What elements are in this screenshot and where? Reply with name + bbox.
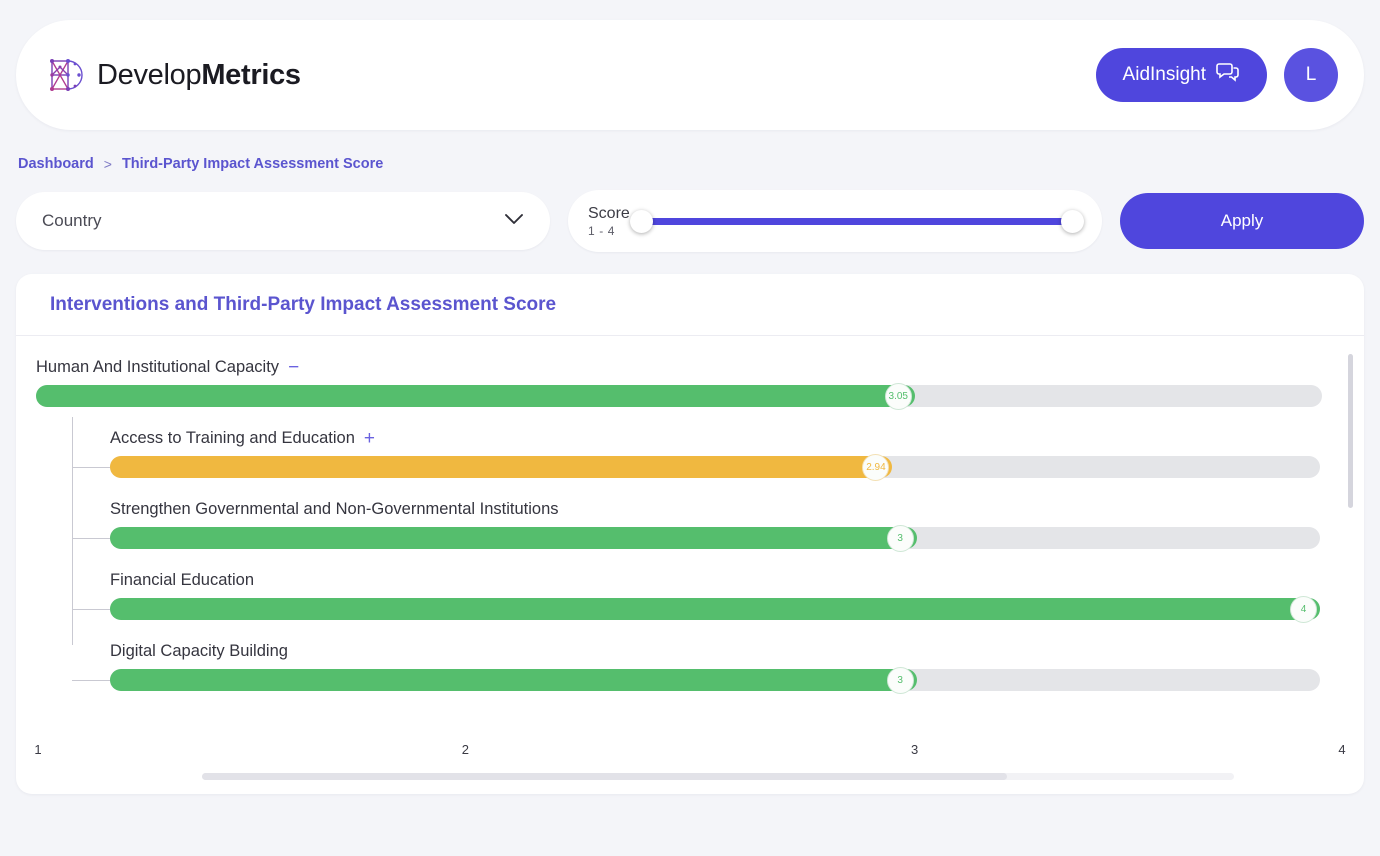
score-slider-track[interactable]	[629, 209, 1084, 233]
country-select-label: Country	[42, 211, 102, 230]
bar-value-badge: 3.05	[884, 383, 912, 410]
vertical-scrollbar-thumb[interactable]	[1348, 354, 1353, 508]
bar-label: Human And Institutional Capacity −	[36, 358, 1322, 377]
chart-card-title: Interventions and Third-Party Impact Ass…	[50, 293, 557, 315]
avatar-initial: L	[1305, 64, 1317, 85]
brand-name-first: Develop	[97, 58, 202, 91]
breadcrumb-separator-icon: >	[103, 156, 112, 172]
chart-card-header: Interventions and Third-Party Impact Ass…	[16, 274, 1364, 336]
chart-scroll-region[interactable]: Human And Institutional Capacity − 3.05 Acc…	[16, 336, 1356, 732]
breadcrumb-dashboard[interactable]: Dashboard	[18, 156, 94, 172]
bar-fill	[110, 527, 917, 549]
app-header: DevelopMetrics AidInsight L	[16, 20, 1364, 130]
chart-area: Human And Institutional Capacity − 3.05 Acc…	[16, 336, 1364, 794]
axis-tick: 4	[1338, 742, 1346, 757]
score-slider-rail	[639, 217, 1074, 225]
header-actions: AidInsight L	[1095, 48, 1338, 102]
network-d-logo-icon	[44, 55, 84, 95]
chart-x-axis: 1 2 3 4	[16, 742, 1364, 764]
chart-node-child: Digital Capacity Building 3	[72, 642, 1320, 694]
bar-fill	[36, 385, 915, 407]
aidinsight-button[interactable]: AidInsight	[1095, 48, 1267, 102]
filter-bar: Country Score 1 - 4 Apply	[16, 190, 1364, 252]
chevron-down-icon	[504, 212, 524, 230]
chart-node-child: Financial Education 4	[72, 571, 1320, 623]
expand-node-icon[interactable]: +	[364, 429, 375, 448]
avatar[interactable]: L	[1284, 48, 1338, 102]
collapse-node-icon[interactable]: −	[288, 358, 299, 377]
bar-value-badge: 3	[886, 525, 914, 552]
bar-label: Digital Capacity Building	[110, 642, 1320, 661]
bar-value-badge: 3	[886, 667, 914, 694]
bar-fill	[110, 669, 917, 691]
breadcrumb-current[interactable]: Third-Party Impact Assessment Score	[122, 156, 383, 172]
bar-fill	[110, 456, 893, 478]
apply-button[interactable]: Apply	[1120, 193, 1364, 249]
axis-tick: 3	[911, 742, 919, 757]
bar-label-text: Digital Capacity Building	[110, 642, 288, 660]
score-slider-meta: Score 1 - 4	[588, 204, 630, 239]
brand-name: DevelopMetrics	[97, 59, 301, 92]
score-slider-range: 1 - 4	[588, 223, 616, 238]
bar-row[interactable]: 3.05	[36, 383, 1322, 410]
score-slider-handle-max[interactable]	[1061, 209, 1084, 233]
chart-node-children: Access to Training and Education +2.94 Str…	[72, 417, 1356, 694]
vertical-scrollbar[interactable]	[1348, 354, 1353, 720]
chart-node-child: Access to Training and Education +2.94	[72, 429, 1320, 481]
page-root: DevelopMetrics AidInsight L Dashboard > …	[0, 20, 1380, 856]
bar-row[interactable]: 3	[72, 667, 1320, 694]
horizontal-scrollbar-thumb[interactable]	[202, 773, 1007, 780]
brand-name-second: Metrics	[201, 58, 301, 91]
breadcrumb: Dashboard > Third-Party Impact Assessmen…	[16, 156, 1364, 172]
bar-fill	[110, 598, 1320, 620]
aidinsight-label: AidInsight	[1122, 64, 1206, 85]
bar-label-text: Human And Institutional Capacity	[36, 358, 280, 376]
score-slider-handle-min[interactable]	[629, 209, 653, 233]
bar-label-text: Access to Training and Education	[110, 429, 355, 447]
bar-row[interactable]: 2.94	[72, 454, 1320, 481]
chat-bubbles-icon	[1216, 62, 1240, 88]
axis-tick: 1	[34, 742, 42, 757]
chart-node-child: Strengthen Governmental and Non-Governme…	[72, 500, 1320, 552]
bar-label: Access to Training and Education +	[110, 429, 1320, 448]
country-select[interactable]: Country	[16, 192, 550, 250]
bar-label-text: Strengthen Governmental and Non-Governme…	[110, 500, 559, 518]
chart-card: Interventions and Third-Party Impact Ass…	[16, 274, 1364, 794]
bar-row[interactable]: 4	[72, 596, 1320, 623]
axis-tick: 2	[461, 742, 469, 757]
chart-nodes: Human And Institutional Capacity − 3.05 Acc…	[16, 336, 1356, 694]
horizontal-scrollbar[interactable]	[202, 773, 1234, 780]
bar-row[interactable]: 3	[72, 525, 1320, 552]
brand[interactable]: DevelopMetrics	[44, 55, 301, 95]
bar-value-badge: 4	[1290, 596, 1317, 623]
bar-label-text: Financial Education	[110, 571, 255, 589]
score-slider[interactable]: Score 1 - 4	[568, 190, 1102, 252]
score-slider-title: Score	[588, 204, 630, 222]
bar-label: Strengthen Governmental and Non-Governme…	[110, 500, 1320, 519]
bar-label: Financial Education	[110, 571, 1320, 590]
chart-node-root: Human And Institutional Capacity − 3.05	[16, 358, 1356, 410]
